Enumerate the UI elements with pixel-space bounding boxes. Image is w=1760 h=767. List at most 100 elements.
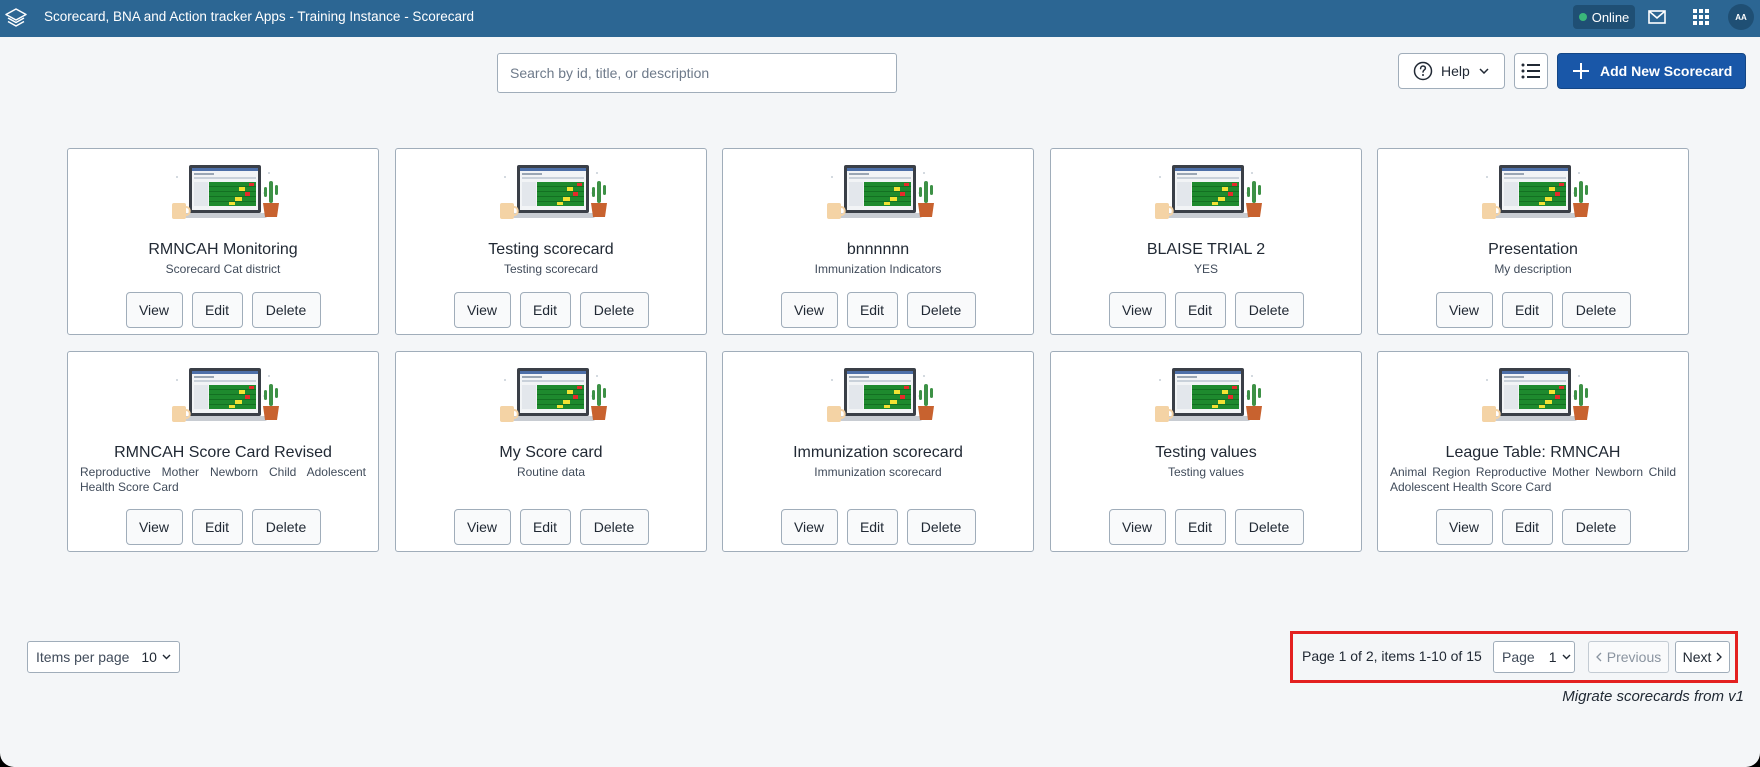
- scorecard-card[interactable]: Presentation My description View Edit Delete: [1377, 148, 1689, 335]
- page-select-value: 1: [1548, 649, 1557, 665]
- edit-button[interactable]: Edit: [519, 509, 571, 545]
- view-button[interactable]: View: [1108, 509, 1166, 545]
- scorecard-description: Immunization scorecard: [814, 465, 942, 479]
- online-dot-icon: [1578, 13, 1587, 21]
- scorecard-thumbnail-icon: [172, 165, 279, 219]
- scorecard-description: Testing scorecard: [503, 262, 599, 276]
- delete-button[interactable]: Delete: [1234, 292, 1304, 328]
- add-new-scorecard-label: Add New Scorecard: [1600, 63, 1733, 79]
- view-button[interactable]: View: [453, 509, 511, 545]
- delete-button[interactable]: Delete: [906, 509, 976, 545]
- scorecard-description: Scorecard Cat district: [165, 262, 281, 276]
- view-button[interactable]: View: [1108, 292, 1166, 328]
- view-button[interactable]: View: [780, 292, 838, 328]
- scorecard-card[interactable]: Immunization scorecard Immunization score…: [722, 351, 1034, 552]
- items-per-page-value: 10: [141, 649, 157, 665]
- scorecard-thumbnail-icon: [827, 165, 934, 219]
- scorecard-card[interactable]: RMNCAH Monitoring Scorecard Cat district V…: [67, 148, 379, 335]
- mail-icon[interactable]: [1648, 9, 1666, 25]
- scorecard-actions: View Edit Delete: [1378, 509, 1688, 545]
- delete-button[interactable]: Delete: [579, 292, 649, 328]
- edit-button[interactable]: Edit: [519, 292, 571, 328]
- edit-button[interactable]: Edit: [1174, 292, 1226, 328]
- migrate-scorecards-link[interactable]: Migrate scorecards from v1: [1552, 688, 1744, 705]
- edit-button[interactable]: Edit: [1501, 509, 1553, 545]
- scorecard-thumbnail-icon: [1482, 165, 1589, 219]
- scorecard-card[interactable]: League Table: RMNCAH Animal Region Reprod…: [1377, 351, 1689, 552]
- scorecard-card[interactable]: Testing scorecard Testing scorecard View Ed…: [395, 148, 707, 335]
- scorecard-title: My Score card: [499, 444, 603, 461]
- header-bar: Scorecard, BNA and Action tracker Apps -…: [0, 0, 1760, 37]
- page-select[interactable]: Page 1: [1493, 641, 1575, 673]
- items-per-page-label: Items per page: [36, 649, 130, 665]
- scorecard-title: Immunization scorecard: [793, 444, 963, 461]
- scorecard-card[interactable]: bnnnnnn Immunization Indicators View Edit De…: [722, 148, 1034, 335]
- chevron-right-icon: [1716, 652, 1723, 662]
- edit-button[interactable]: Edit: [191, 509, 243, 545]
- help-circle-icon: [1413, 61, 1433, 81]
- app-title: Scorecard, BNA and Action tracker Apps -…: [44, 9, 474, 24]
- view-button[interactable]: View: [125, 292, 183, 328]
- scorecard-description: Reproductive Mother Newborn Child Adoles…: [80, 465, 366, 494]
- scorecard-actions: View Edit Delete: [68, 509, 378, 545]
- scorecard-description: My description: [1494, 262, 1572, 276]
- view-button[interactable]: View: [125, 509, 183, 545]
- delete-button[interactable]: Delete: [251, 509, 321, 545]
- edit-button[interactable]: Edit: [191, 292, 243, 328]
- scorecard-actions: View Edit Delete: [396, 292, 706, 328]
- scorecard-card[interactable]: My Score card Routine data View Edit Delete: [395, 351, 707, 552]
- search-input[interactable]: [497, 53, 897, 93]
- scorecard-title: League Table: RMNCAH: [1445, 444, 1621, 461]
- add-new-scorecard-button[interactable]: Add New Scorecard: [1557, 53, 1746, 89]
- delete-button[interactable]: Delete: [1561, 509, 1631, 545]
- online-status-label: Online: [1591, 9, 1630, 25]
- user-avatar[interactable]: AA: [1728, 4, 1754, 30]
- page-select-label: Page: [1502, 649, 1535, 665]
- previous-page-label: Previous: [1606, 649, 1662, 665]
- delete-button[interactable]: Delete: [579, 509, 649, 545]
- scorecard-actions: View Edit Delete: [1378, 292, 1688, 328]
- scorecard-thumbnail-icon: [827, 368, 934, 422]
- apps-grid-icon[interactable]: [1692, 8, 1710, 26]
- scorecard-actions: View Edit Delete: [1051, 292, 1361, 328]
- delete-button[interactable]: Delete: [906, 292, 976, 328]
- help-button[interactable]: Help: [1398, 53, 1505, 89]
- scorecard-card[interactable]: RMNCAH Score Card Revised Reproductive Mo…: [67, 351, 379, 552]
- chevron-down-icon: [162, 654, 171, 660]
- scorecard-title: BLAISE TRIAL 2: [1146, 241, 1266, 258]
- list-view-button[interactable]: [1514, 53, 1548, 89]
- view-button[interactable]: View: [453, 292, 511, 328]
- online-status-badge[interactable]: Online: [1573, 5, 1635, 29]
- scorecard-title: Presentation: [1488, 241, 1578, 258]
- scorecard-description: Immunization Indicators: [814, 262, 942, 276]
- scorecard-title: Testing scorecard: [488, 241, 614, 258]
- edit-button[interactable]: Edit: [1501, 292, 1553, 328]
- edit-button[interactable]: Edit: [846, 509, 898, 545]
- edit-button[interactable]: Edit: [1174, 509, 1226, 545]
- delete-button[interactable]: Delete: [1234, 509, 1304, 545]
- next-page-label: Next: [1682, 649, 1712, 665]
- scorecard-title: bnnnnnn: [846, 241, 910, 258]
- scorecard-thumbnail-icon: [1482, 368, 1589, 422]
- scorecard-actions: View Edit Delete: [396, 509, 706, 545]
- app-logo-icon[interactable]: [4, 6, 28, 30]
- delete-button[interactable]: Delete: [251, 292, 321, 328]
- scorecard-thumbnail-icon: [1155, 165, 1262, 219]
- next-page-button[interactable]: Next: [1675, 641, 1730, 673]
- plus-icon: [1573, 63, 1589, 79]
- view-button[interactable]: View: [780, 509, 838, 545]
- previous-page-button[interactable]: Previous: [1588, 641, 1669, 673]
- view-button[interactable]: View: [1435, 509, 1493, 545]
- chevron-down-icon: [1562, 654, 1570, 660]
- scorecard-thumbnail-icon: [1155, 368, 1262, 422]
- view-button[interactable]: View: [1435, 292, 1493, 328]
- delete-button[interactable]: Delete: [1561, 292, 1631, 328]
- help-button-label: Help: [1441, 63, 1470, 79]
- scorecard-thumbnail-icon: [500, 165, 607, 219]
- scorecard-actions: View Edit Delete: [68, 292, 378, 328]
- items-per-page-select[interactable]: Items per page 10: [27, 641, 180, 673]
- edit-button[interactable]: Edit: [846, 292, 898, 328]
- scorecard-card[interactable]: BLAISE TRIAL 2 YES View Edit Delete: [1050, 148, 1362, 335]
- scorecard-card[interactable]: Testing values Testing values View Edit Dele…: [1050, 351, 1362, 552]
- app-window: Scorecard, BNA and Action tracker Apps -…: [0, 0, 1760, 767]
